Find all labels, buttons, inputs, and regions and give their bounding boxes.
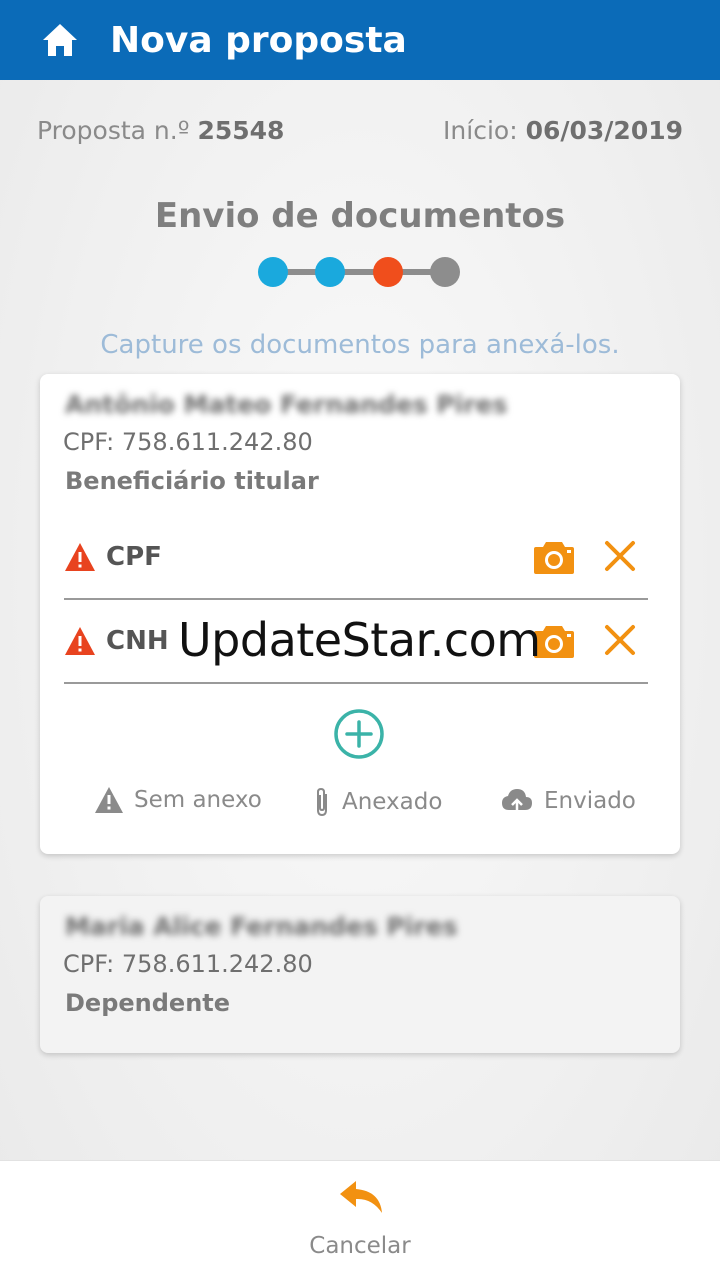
legend-attached: Anexado bbox=[312, 786, 442, 818]
camera-icon[interactable] bbox=[532, 538, 576, 576]
cloud-upload-icon bbox=[502, 789, 532, 814]
legend-sent-label: Enviado bbox=[544, 788, 636, 814]
proposal-start-label: Início: bbox=[443, 116, 518, 145]
beneficiary-cpf: CPF: 758.611.242.80 bbox=[63, 428, 313, 456]
proposal-start: Início: 06/03/2019 bbox=[443, 116, 683, 145]
remove-icon[interactable] bbox=[602, 622, 638, 658]
watermark-text: UpdateStar.com bbox=[178, 613, 541, 667]
step-dot-2 bbox=[315, 257, 345, 287]
beneficiary-name: Antônio Mateo Fernandes Pires bbox=[65, 390, 508, 419]
warning-icon bbox=[65, 543, 95, 571]
home-button[interactable] bbox=[40, 20, 80, 60]
legend-attached-label: Anexado bbox=[342, 789, 443, 815]
beneficiary-role: Dependente bbox=[65, 989, 231, 1017]
page-title: Nova proposta bbox=[110, 19, 407, 61]
beneficiary-cpf: CPF: 758.611.242.80 bbox=[63, 950, 313, 978]
stepper-track bbox=[268, 269, 450, 275]
remove-icon[interactable] bbox=[602, 538, 638, 574]
cancel-label: Cancelar bbox=[309, 1233, 411, 1259]
proposal-meta: Proposta n.º 25548 Início: 06/03/2019 bbox=[37, 116, 683, 145]
warning-icon bbox=[65, 627, 95, 655]
paperclip-icon bbox=[317, 787, 327, 817]
app-bar: Nova proposta bbox=[0, 0, 720, 80]
step-dot-1 bbox=[258, 257, 288, 287]
footer-bar: Cancelar bbox=[0, 1160, 720, 1280]
document-label: CNH bbox=[106, 626, 169, 656]
document-row-cpf: CPF bbox=[64, 516, 648, 600]
beneficiary-card-dependent[interactable]: Maria Alice Fernandes Pires CPF: 758.611… bbox=[40, 896, 680, 1053]
reply-arrow-icon bbox=[340, 1181, 382, 1213]
proposal-number-value: 25548 bbox=[197, 116, 285, 145]
instruction-text: Capture os documentos para anexá-los. bbox=[100, 330, 620, 360]
proposal-start-date: 06/03/2019 bbox=[525, 116, 683, 145]
proposal-number-label: Proposta n.º bbox=[37, 116, 190, 145]
beneficiary-name: Maria Alice Fernandes Pires bbox=[65, 912, 458, 941]
section-title: Envio de documentos bbox=[154, 196, 566, 236]
beneficiary-role: Beneficiário titular bbox=[65, 467, 319, 495]
legend-no-attachment-label: Sem anexo bbox=[134, 787, 262, 813]
step-dot-4 bbox=[430, 257, 460, 287]
add-document-button[interactable] bbox=[333, 708, 385, 760]
status-legend: Sem anexo Anexado Enviado bbox=[40, 786, 680, 822]
proposal-number: Proposta n.º 25548 bbox=[37, 116, 284, 145]
progress-stepper bbox=[258, 257, 460, 287]
legend-sent: Enviado bbox=[500, 786, 636, 816]
legend-no-attachment: Sem anexo bbox=[94, 786, 262, 814]
warning-icon bbox=[95, 787, 123, 813]
home-icon bbox=[43, 24, 77, 56]
step-dot-3 bbox=[373, 257, 403, 287]
document-label: CPF bbox=[106, 542, 162, 572]
